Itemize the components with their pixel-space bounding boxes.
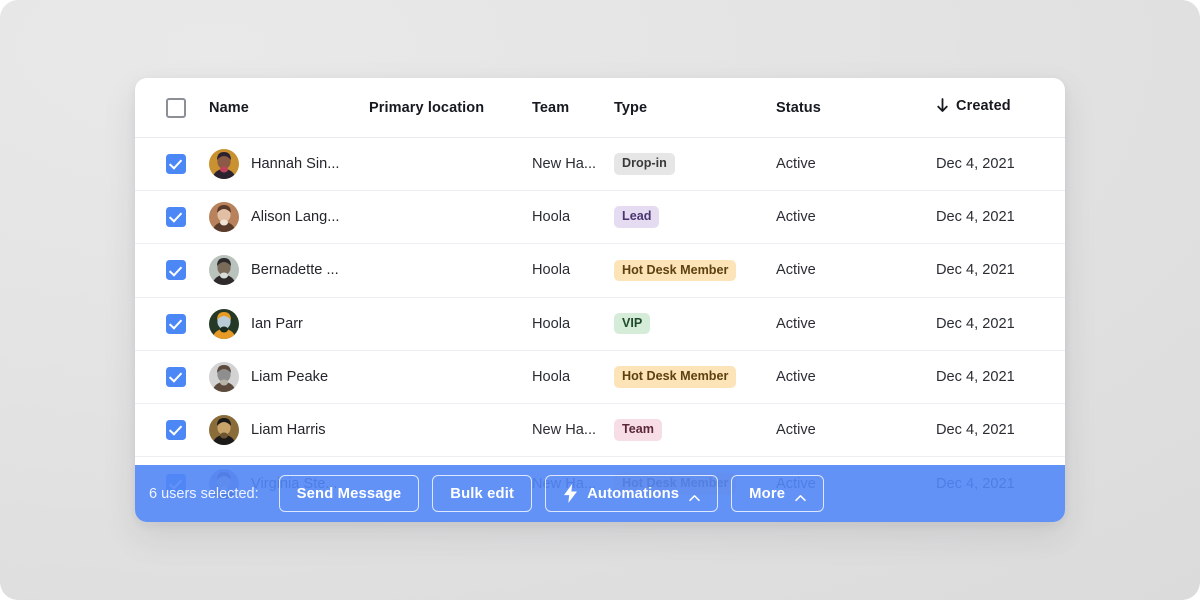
more-label: More (749, 485, 786, 502)
status-badge: Drop-in (614, 153, 675, 175)
status-value: Active (776, 156, 816, 173)
avatar (209, 415, 239, 446)
created-value: Dec 4, 2021 (936, 262, 1015, 279)
table-row[interactable]: Ian Parr Hoola VIP Active Dec 4, 2021 (135, 297, 1065, 351)
column-header-primary-location[interactable]: Primary location (369, 100, 532, 116)
send-message-label: Send Message (296, 485, 402, 502)
row-select-cell (135, 207, 209, 228)
user-name: Liam Harris (251, 422, 326, 439)
team-value: New Ha... (532, 422, 597, 439)
created-value: Dec 4, 2021 (936, 156, 1015, 173)
table-row[interactable]: Bernadette ... Hoola Hot Desk Member Active… (135, 244, 1065, 298)
user-name: Ian Parr (251, 315, 303, 332)
chevron-up-icon (689, 490, 700, 501)
team-value: Hoola (532, 315, 571, 332)
avatar (209, 361, 239, 392)
status-value: Active (776, 209, 816, 226)
avatar (209, 202, 239, 233)
user-cell: Hannah Sin... (209, 149, 369, 180)
column-header-team[interactable]: Team (532, 100, 614, 116)
row-checkbox[interactable] (166, 154, 186, 175)
row-checkbox[interactable] (166, 207, 186, 228)
user-name: Bernadette ... (251, 262, 339, 279)
avatar (209, 149, 239, 180)
table-body: Hannah Sin... New Ha... Drop-in Active Dec 4… (135, 138, 1065, 511)
select-all-checkbox[interactable] (166, 97, 186, 118)
row-checkbox[interactable] (166, 366, 186, 387)
chevron-up-icon (795, 490, 806, 501)
lightning-icon (563, 484, 578, 503)
automations-label: Automations (587, 485, 680, 502)
user-name: Hannah Sin... (251, 156, 340, 173)
row-select-cell (135, 260, 209, 281)
status-badge: Hot Desk Member (614, 366, 737, 388)
team-value: New Ha... (532, 156, 597, 173)
status-value: Active (776, 315, 816, 332)
bulk-edit-button[interactable]: Bulk edit (432, 475, 533, 512)
automations-button[interactable]: Automations (545, 475, 719, 512)
selected-count-label: 6 users selected: (149, 485, 259, 502)
status-value: Active (776, 368, 816, 385)
type-cell: Hot Desk Member (614, 259, 776, 282)
row-select-cell (135, 366, 209, 387)
user-cell: Alison Lang... (209, 202, 369, 233)
type-cell: Lead (614, 206, 776, 229)
user-cell: Bernadette ... (209, 255, 369, 286)
table-header-row: Name Primary location Team Type Status C… (135, 78, 1065, 138)
more-button[interactable]: More (731, 475, 825, 512)
select-all-cell (135, 97, 209, 118)
user-cell: Ian Parr (209, 308, 369, 339)
created-value: Dec 4, 2021 (936, 368, 1015, 385)
arrow-down-icon (936, 98, 949, 113)
created-value: Dec 4, 2021 (936, 422, 1015, 439)
column-header-created-label: Created (956, 97, 1011, 114)
avatar (209, 308, 239, 339)
bulk-selection-toolbar: 6 users selected: Send Message Bulk edit… (135, 465, 1065, 522)
table-row[interactable]: Liam Peake Hoola Hot Desk Member Active Dec … (135, 350, 1065, 404)
column-header-type[interactable]: Type (614, 100, 776, 116)
type-cell: Drop-in (614, 153, 776, 175)
users-table-card: Name Primary location Team Type Status C… (135, 78, 1065, 522)
row-checkbox[interactable] (166, 313, 186, 334)
status-value: Active (776, 422, 816, 439)
created-value: Dec 4, 2021 (936, 209, 1015, 226)
team-value: Hoola (532, 368, 571, 385)
table-row[interactable]: Hannah Sin... New Ha... Drop-in Active Dec 4… (135, 138, 1065, 192)
user-cell: Liam Harris (209, 415, 369, 446)
team-value: Hoola (532, 209, 571, 226)
user-cell: Liam Peake (209, 361, 369, 392)
type-cell: Team (614, 419, 776, 441)
status-value: Active (776, 262, 816, 279)
column-header-status[interactable]: Status (776, 100, 936, 116)
bulk-edit-label: Bulk edit (450, 485, 515, 502)
avatar (209, 255, 239, 286)
row-select-cell (135, 154, 209, 175)
row-select-cell (135, 420, 209, 441)
status-badge: VIP (614, 312, 651, 335)
status-badge: Hot Desk Member (614, 259, 737, 282)
row-select-cell (135, 313, 209, 334)
column-header-name[interactable]: Name (209, 100, 369, 116)
status-badge: Team (614, 419, 662, 441)
column-header-created[interactable]: Created (936, 98, 1065, 118)
table-row[interactable]: Alison Lang... Hoola Lead Active Dec 4, 2021 (135, 191, 1065, 245)
table-row[interactable]: Liam Harris New Ha... Team Active Dec 4, 202… (135, 403, 1065, 458)
type-cell: Hot Desk Member (614, 366, 776, 388)
status-badge: Lead (614, 206, 660, 229)
row-checkbox[interactable] (166, 420, 186, 441)
user-name: Alison Lang... (251, 209, 340, 226)
created-value: Dec 4, 2021 (936, 315, 1015, 332)
user-name: Liam Peake (251, 368, 329, 385)
send-message-button[interactable]: Send Message (278, 475, 420, 512)
row-checkbox[interactable] (166, 260, 186, 281)
type-cell: VIP (614, 312, 776, 335)
team-value: Hoola (532, 262, 571, 279)
